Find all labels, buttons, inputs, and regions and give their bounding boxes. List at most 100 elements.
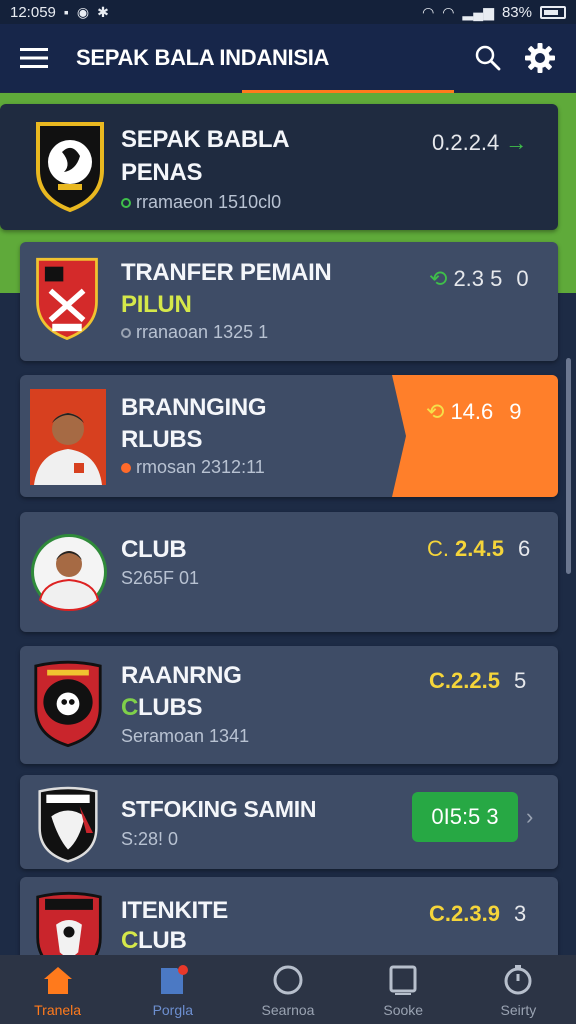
item-meta: rramaeon 1510cl0 — [121, 192, 281, 213]
score-value: C.2.2.5 — [429, 668, 500, 693]
search-icon[interactable] — [466, 36, 510, 80]
chevron-right-icon[interactable]: › — [526, 804, 533, 830]
match-list[interactable]: SEPAK BABLA PENAS rramaeon 1510cl0 0.2.2… — [0, 93, 576, 955]
item-subtitle-rest: LUBS — [138, 694, 203, 721]
skull-club-badge-icon — [34, 660, 102, 748]
score-extra: 5 — [513, 668, 527, 693]
item-score: ⟲ 14.6 9 — [426, 399, 522, 425]
live-score-pill[interactable]: 0I5:5 3 — [412, 792, 518, 842]
status-right: ◠ ◠ ▂▄▆ 83% — [422, 4, 566, 21]
timer-icon — [501, 964, 535, 996]
status-time: 12:059 — [10, 3, 56, 21]
live-flag — [392, 375, 558, 497]
home-icon — [41, 964, 75, 996]
red-crest-badge-icon — [36, 891, 102, 955]
score-extra: 9 — [509, 399, 522, 424]
item-meta: Seramoan 1341 — [121, 726, 249, 747]
page-title: SEPAK BALA INDANISIA — [76, 45, 330, 70]
status-left: 12:059 ▪ ◉ ✱ — [10, 4, 109, 21]
app-bar: SEPAK BALA INDANISIA — [0, 24, 576, 92]
document-icon — [156, 964, 190, 996]
nav-seirty[interactable]: Seirty — [461, 955, 576, 1024]
trend-icon: ⟲ — [426, 399, 445, 424]
arrow-right-icon: → — [505, 130, 528, 155]
white-eagle-badge-icon — [38, 786, 98, 863]
list-item[interactable]: TRANFER PEMAIN PILUN rranaoan 1325 1 ⟲ 2… — [20, 242, 558, 361]
item-meta: rranaoan 1325 1 — [121, 322, 268, 343]
battery-percent: 83% — [501, 3, 532, 21]
score-value: 2.4.5 — [455, 536, 504, 561]
nav-searnoa[interactable]: Searnoa — [230, 955, 345, 1024]
item-meta-text: S:28! 0 — [121, 829, 179, 849]
wifi-icon-2: ◠ — [442, 4, 455, 20]
item-meta-text: S265F 01 — [121, 568, 200, 588]
nav-label: Porgla — [152, 1002, 194, 1018]
signal-icon: ▂▄▆ — [462, 4, 494, 20]
item-title: ITENKITE — [121, 897, 228, 924]
nav-tranela[interactable]: Tranela — [0, 955, 115, 1024]
score-value: 0.2.2.4 — [432, 130, 500, 155]
status-dot — [121, 462, 131, 473]
box-icon — [386, 964, 420, 996]
item-title: RAANRNG — [121, 662, 242, 689]
item-score: C.2.3.9 3 — [429, 901, 526, 927]
item-subtitle: CLUB — [121, 927, 187, 954]
score-value: 2.3 5 — [453, 266, 503, 291]
trend-icon: ⟲ — [429, 266, 448, 291]
trend-icon: C. — [427, 536, 449, 561]
nav-label: Seirty — [500, 1002, 537, 1018]
nav-sooke[interactable]: Sooke — [346, 955, 461, 1024]
notification-icon: ▪ — [63, 4, 69, 20]
list-item[interactable]: ITENKITE CLUB C.2.3.9 3 — [20, 877, 558, 955]
player-portrait-icon — [30, 389, 106, 485]
item-title: TRANFER PEMAIN — [121, 259, 332, 286]
score-extra: 3 — [513, 901, 527, 926]
sync-icon: ◉ — [76, 4, 90, 20]
item-score: C. 2.4.5 6 — [427, 536, 530, 562]
item-score: ⟲ 2.3 5 0 — [429, 266, 529, 292]
nav-label: Sooke — [383, 1002, 424, 1018]
item-subtitle-rest: LUB — [138, 927, 187, 954]
black-gold-club-badge-icon — [36, 122, 104, 213]
item-subtitle: PENAS — [121, 159, 203, 186]
item-meta-text: rranaoan 1325 1 — [136, 322, 269, 342]
item-meta: S265F 01 — [121, 568, 199, 589]
nav-porgla[interactable]: Porgla — [115, 955, 230, 1024]
hamburger-menu-icon[interactable] — [14, 38, 54, 78]
nav-label: Tranela — [34, 1002, 82, 1018]
score-value: C.2.3.9 — [429, 901, 500, 926]
nav-label: Searnoa — [261, 1002, 315, 1018]
item-title: STFOKING SAMIN — [121, 796, 317, 822]
item-meta: S:28! 0 — [121, 829, 178, 850]
list-item[interactable]: BRANNGING RLUBS rmosan 2312:11 ⟲ 14.6 9 — [20, 375, 558, 497]
status-dot — [121, 327, 131, 338]
status-bar: 12:059 ▪ ◉ ✱ ◠ ◠ ▂▄▆ 83% — [0, 0, 576, 24]
item-score: C.2.2.5 5 — [429, 668, 526, 694]
item-meta-text: rmosan 2312:11 — [136, 457, 265, 477]
score-extra: 6 — [517, 536, 531, 561]
status-dot — [121, 197, 131, 208]
gear-icon[interactable] — [518, 36, 562, 80]
item-subtitle: RLUBS — [121, 426, 203, 453]
item-subtitle: CLUBS — [121, 694, 203, 721]
item-subtitle: PILUN — [121, 291, 192, 318]
list-item[interactable]: SEPAK BABLA PENAS rramaeon 1510cl0 0.2.2… — [0, 104, 558, 230]
item-meta-text: rramaeon 1510cl0 — [136, 192, 282, 212]
item-title: SEPAK BABLA — [121, 126, 290, 153]
player-portrait-icon — [31, 534, 107, 612]
score-extra: 0 — [516, 266, 529, 291]
red-shield-badge-icon — [36, 257, 98, 341]
list-item[interactable]: RAANRNG CLUBS Seramoan 1341 C.2.2.5 5 — [20, 646, 558, 764]
list-item[interactable]: CLUB S265F 01 C. 2.4.5 6 — [20, 512, 558, 632]
score-value: 14.6 — [450, 399, 494, 424]
circle-icon — [271, 964, 305, 996]
scrollbar[interactable] — [566, 358, 571, 574]
item-score: 0.2.2.4 → — [432, 130, 527, 156]
item-title: CLUB — [121, 536, 187, 563]
item-title: BRANNGING — [121, 394, 267, 421]
gear-small-icon: ✱ — [97, 4, 109, 20]
list-item[interactable]: STFOKING SAMIN S:28! 0 0I5:5 3 › — [20, 775, 558, 869]
battery-icon — [540, 5, 566, 19]
item-meta-text: Seramoan 1341 — [121, 726, 250, 746]
bottom-nav: Tranela Porgla Searnoa Sooke Seirty — [0, 955, 576, 1024]
